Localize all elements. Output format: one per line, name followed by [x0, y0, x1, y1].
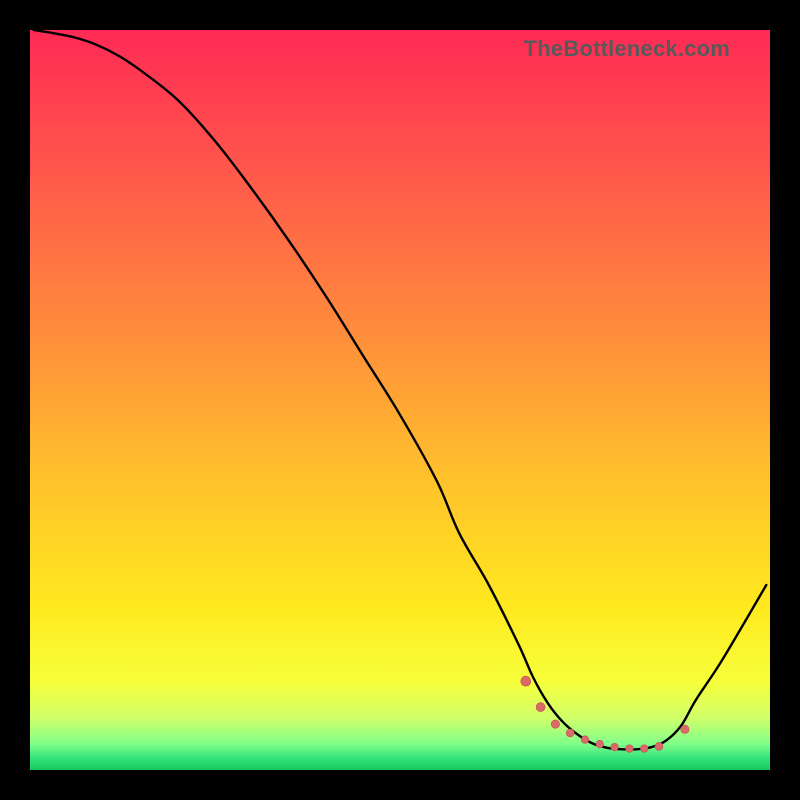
marker-dot [626, 745, 634, 753]
chart-frame: TheBottleneck.com [30, 30, 770, 770]
watermark-text: TheBottleneck.com [524, 36, 730, 62]
series-curve [34, 30, 767, 750]
marker-dot [596, 740, 604, 748]
plot-area [30, 30, 770, 770]
marker-dot [681, 725, 689, 733]
marker-dot [640, 745, 648, 753]
marker-dot [611, 743, 619, 751]
marker-dot [566, 729, 574, 737]
marker-dot [521, 676, 531, 686]
marker-dot [581, 736, 589, 744]
marker-dot [551, 720, 559, 728]
marker-dot [536, 703, 545, 712]
marker-dot [655, 742, 663, 750]
chart-svg [30, 30, 770, 770]
